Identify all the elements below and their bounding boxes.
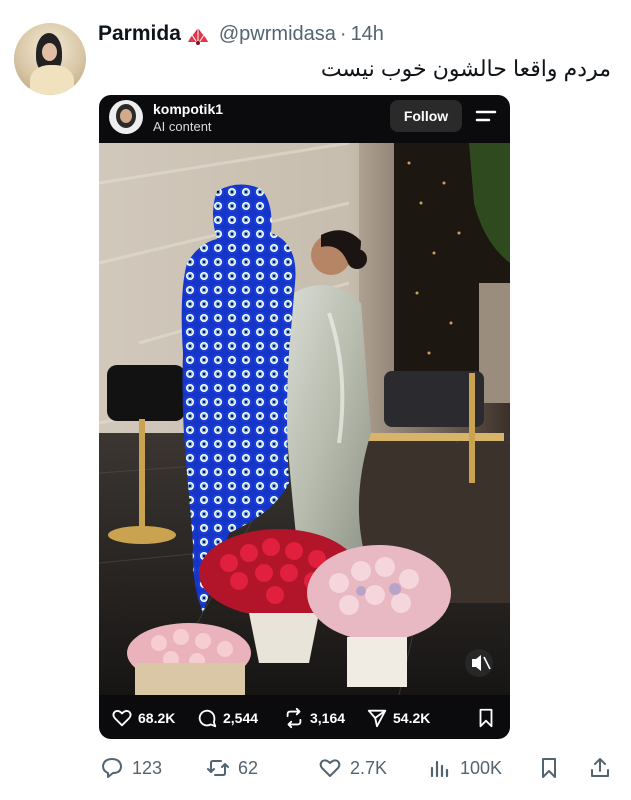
views-count: 100K xyxy=(460,757,503,778)
embedded-likes-count: 68.2K xyxy=(138,710,176,726)
embedded-share-action[interactable]: 54.2K xyxy=(366,707,430,729)
share-button[interactable] xyxy=(588,756,612,780)
fan-icon xyxy=(187,28,208,45)
send-icon xyxy=(367,709,387,728)
author-handle[interactable]: @pwrmidasa xyxy=(219,23,336,46)
embedded-post-actions: 68.2K 2,544 3,164 54.2K xyxy=(99,699,510,735)
embedded-post[interactable]: kompotik1 AI content Follow 68.2K 2,544 … xyxy=(99,95,510,739)
embedded-avatar[interactable] xyxy=(109,100,143,134)
embedded-repost-action[interactable]: 3,164 xyxy=(283,707,345,729)
author-name[interactable]: Parmida xyxy=(98,22,181,46)
embedded-subtitle: AI content xyxy=(153,119,212,134)
embedded-post-header: kompotik1 AI content Follow xyxy=(99,95,510,143)
like-button[interactable]: 2.7K xyxy=(318,756,387,780)
heart-icon xyxy=(319,759,341,777)
tweet-action-bar: 123 62 2.7K 100K xyxy=(0,748,631,788)
like-count: 2.7K xyxy=(350,757,388,778)
views-chart-icon xyxy=(430,760,449,778)
post-image[interactable] xyxy=(99,143,510,695)
reply-icon xyxy=(102,758,122,778)
heart-icon xyxy=(112,710,132,727)
timestamp[interactable]: 14h xyxy=(351,23,384,46)
tweet-header: Parmida @pwrmidasa · 14h xyxy=(98,20,384,48)
embedded-shares-count: 54.2K xyxy=(393,710,431,726)
comment-icon xyxy=(198,709,217,728)
retweet-button[interactable]: 62 xyxy=(206,756,258,780)
post-image-illustration xyxy=(99,143,510,695)
reply-count: 123 xyxy=(132,757,163,778)
mute-icon[interactable] xyxy=(465,649,493,677)
embedded-reposts-count: 3,164 xyxy=(310,710,346,726)
bookmark-icon xyxy=(542,758,556,778)
retweet-count: 62 xyxy=(238,757,259,778)
views-button[interactable]: 100K xyxy=(428,756,502,780)
share-icon xyxy=(591,758,609,777)
follow-button[interactable]: Follow xyxy=(390,100,462,132)
embedded-comments-count: 2,544 xyxy=(223,710,259,726)
bookmark-icon xyxy=(479,708,493,728)
reply-button[interactable]: 123 xyxy=(100,756,162,780)
embedded-username[interactable]: kompotik1 xyxy=(153,101,223,117)
menu-icon[interactable] xyxy=(473,105,499,127)
repost-icon xyxy=(286,707,302,729)
profile-avatar[interactable] xyxy=(14,23,86,95)
embedded-comment-action[interactable]: 2,544 xyxy=(196,707,258,729)
retweet-icon xyxy=(207,760,229,776)
embedded-like-action[interactable]: 68.2K xyxy=(111,707,175,729)
tweet-text: مردم واقعا حالشون خوب نیست xyxy=(320,56,611,81)
separator: · xyxy=(339,22,347,45)
embedded-save-action[interactable] xyxy=(475,707,497,729)
bookmark-button[interactable] xyxy=(537,756,561,780)
